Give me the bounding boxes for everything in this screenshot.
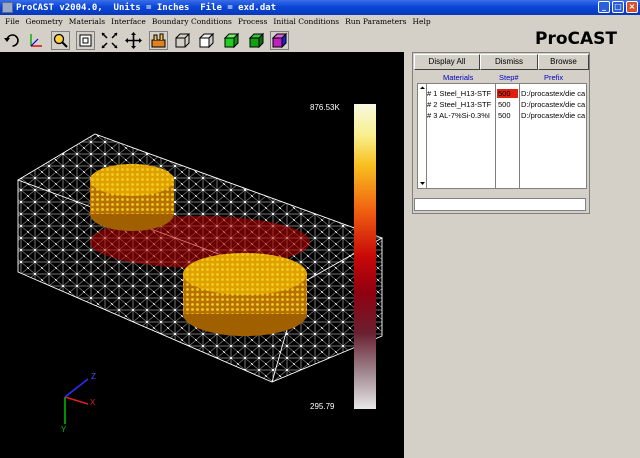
zoom-box-icon[interactable] <box>76 31 95 50</box>
axis-z-label: Z <box>91 372 96 381</box>
maximize-button[interactable]: □ <box>612 1 624 13</box>
menu-materials[interactable]: Materials <box>69 17 105 26</box>
axis-x-label: X <box>90 398 96 407</box>
fit-icon[interactable] <box>100 31 119 50</box>
window-title: ProCAST v2004.0, Units = Inches File = e… <box>16 2 277 13</box>
pan-icon[interactable] <box>124 31 143 50</box>
material-name: # 1 Steel_H13-STF <box>427 89 492 98</box>
column-header-prefix: Prefix <box>544 73 564 82</box>
step-value: 500 <box>498 100 511 109</box>
material-list-frame: Display All Dismiss Browse Materials Ste… <box>412 52 590 214</box>
box-icon[interactable] <box>197 31 216 50</box>
cast-part-small <box>90 164 174 231</box>
wireframe-icon[interactable] <box>173 31 192 50</box>
menu-run-parameters[interactable]: Run Parameters <box>345 17 406 26</box>
prefix-path: D:/procastex/die ca <box>521 111 586 120</box>
scale-max-label: 876.53K <box>310 103 340 112</box>
prefix-path: D:/procastex/die ca <box>521 89 586 98</box>
menu-geometry[interactable]: Geometry <box>25 17 62 26</box>
display-all-button[interactable]: Display All <box>414 54 480 70</box>
column-header-materials: Materials <box>443 73 474 82</box>
menu-help[interactable]: Help <box>413 17 431 26</box>
menu-boundary-conditions[interactable]: Boundary Conditions <box>152 17 232 26</box>
scale-min-label: 295.79 <box>310 402 335 411</box>
axes-icon[interactable] <box>26 31 45 50</box>
dismiss-button[interactable]: Dismiss <box>480 54 538 70</box>
mesh-view-icon[interactable] <box>149 31 168 50</box>
close-button[interactable]: × <box>626 1 638 13</box>
status-field[interactable] <box>414 198 586 211</box>
axis-y-label: Y <box>61 425 67 434</box>
temperature-scale-bar <box>354 104 376 409</box>
menu-file[interactable]: File <box>5 17 19 26</box>
browse-button[interactable]: Browse <box>538 54 589 70</box>
procast-logo: ProCAST <box>535 29 617 49</box>
mesh-canvas <box>16 104 384 424</box>
menu-initial-conditions[interactable]: Initial Conditions <box>273 17 339 26</box>
solid-green-icon[interactable] <box>222 31 241 50</box>
axes-triad-icon <box>64 378 89 424</box>
title-bar: ProCAST v2004.0, Units = Inches File = e… <box>0 0 640 15</box>
material-name: # 3 AL-7%Si-0.3%I <box>427 111 490 120</box>
material-list[interactable]: # 1 Steel_H13-STF 500 D:/procastex/die c… <box>417 83 587 189</box>
material-panel: Display All Dismiss Browse Materials Ste… <box>404 52 640 458</box>
menu-bar: File Geometry Materials Interface Bounda… <box>0 15 640 28</box>
cast-part-large <box>183 253 307 336</box>
prefix-path: D:/procastex/die ca <box>521 100 586 109</box>
menu-interface[interactable]: Interface <box>111 17 146 26</box>
list-scrollbar[interactable] <box>419 86 426 186</box>
solid-green-2-icon[interactable] <box>247 31 266 50</box>
material-color-icon[interactable] <box>270 31 289 50</box>
step-value: 500 <box>498 111 511 120</box>
minimize-button[interactable]: _ <box>598 1 610 13</box>
column-header-step: Step# <box>499 73 519 82</box>
app-icon <box>2 2 13 13</box>
step-value: 500 <box>497 89 518 98</box>
rotate-icon[interactable] <box>3 31 22 50</box>
menu-process[interactable]: Process <box>238 17 267 26</box>
viewport-3d[interactable]: 876.53K 295.79 Z X Y <box>0 52 404 458</box>
zoom-icon[interactable] <box>51 31 70 50</box>
material-name: # 2 Steel_H13-STF <box>427 100 492 109</box>
procast-window: { "window": { "title": "ProCAST v2004.0,… <box>0 0 640 458</box>
